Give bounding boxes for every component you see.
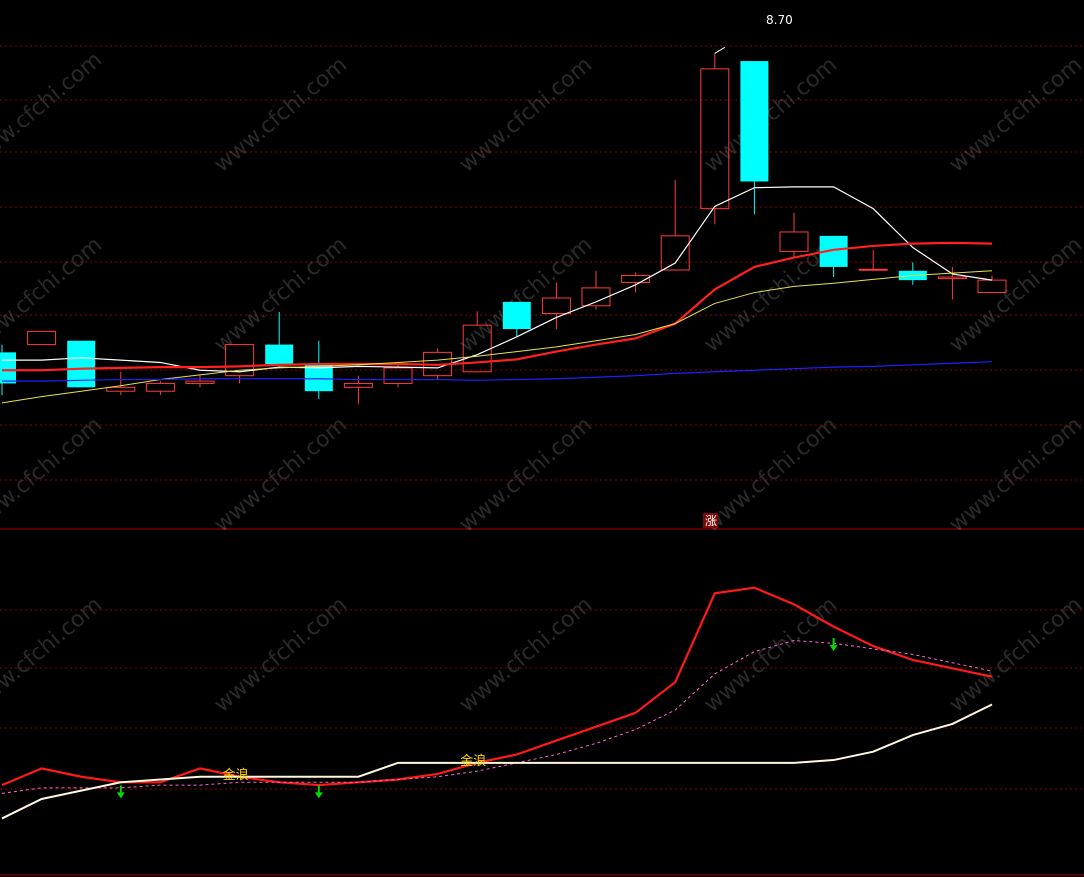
candle-body xyxy=(0,352,16,384)
candle-body xyxy=(265,344,294,365)
zhang-marker-label: 涨 xyxy=(705,513,717,528)
zhang-marker: 涨 xyxy=(703,513,718,528)
candle-body xyxy=(740,61,769,182)
max-price-label: 8.70 xyxy=(766,13,793,27)
candle-body xyxy=(858,268,888,271)
jinlang-label: 金浪 xyxy=(460,753,486,769)
stock-chart: www.cfchi.com www.cfchi.com www.cfchi.com w… xyxy=(0,0,1084,877)
candle-body xyxy=(502,301,531,330)
jinlang-label: 金浪 xyxy=(223,767,249,783)
